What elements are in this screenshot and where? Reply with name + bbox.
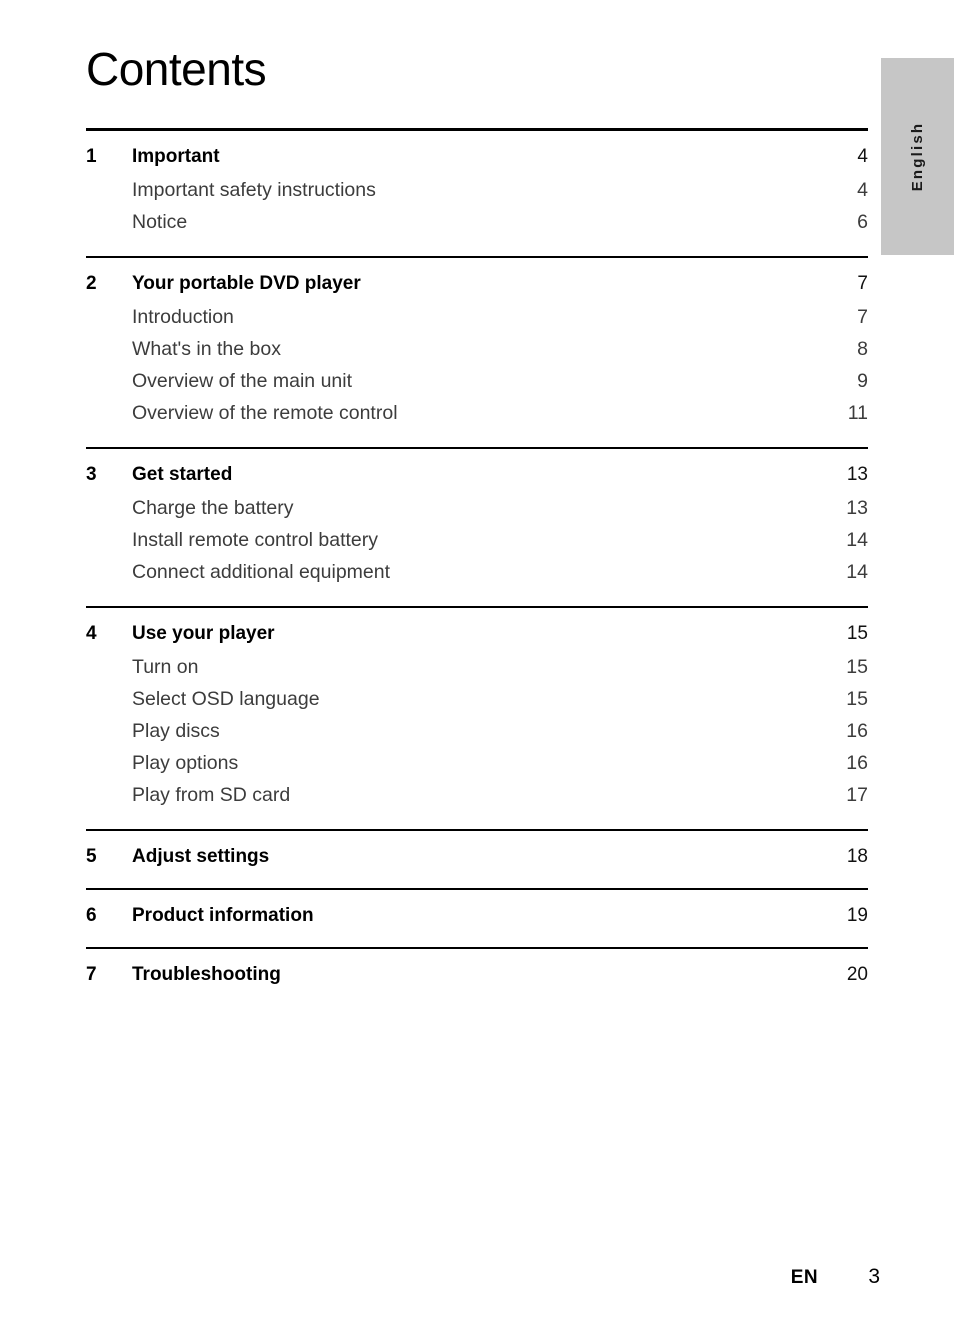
toc-section: 4 Use your player 15 Turn on 15 Select OSD la… — [86, 608, 868, 829]
toc-entry-page-number: 4 — [857, 179, 868, 201]
toc-section: 1 Important 4 Important safety instructions… — [86, 131, 868, 256]
toc-entry-page-number: 16 — [846, 720, 868, 742]
toc-section-page-number: 13 — [846, 464, 868, 485]
toc-entry[interactable]: Overview of the remote control 11 — [86, 397, 868, 429]
toc-section-heading[interactable]: 3 Get started 13 — [86, 458, 868, 492]
toc-entry-label: Play from SD card — [132, 784, 291, 806]
page-title: Contents — [86, 43, 267, 95]
toc-entry-label: Turn on — [132, 656, 199, 678]
toc-section: 6 Product information 19 — [86, 890, 868, 947]
toc-entry[interactable]: Connect additional equipment 14 — [86, 556, 868, 588]
toc-section-title: Get started — [132, 464, 233, 485]
toc-section-page-number: 19 — [846, 905, 868, 926]
toc-entry[interactable]: Play discs 16 — [86, 715, 868, 747]
toc-section-page-number: 7 — [857, 273, 868, 294]
toc-entry-label: Overview of the main unit — [132, 370, 353, 392]
toc-entry-label: Introduction — [132, 306, 234, 328]
toc-entry-label: Install remote control battery — [132, 529, 379, 551]
toc-entry-page-number: 14 — [846, 561, 868, 583]
toc-section-page-number: 18 — [846, 846, 868, 867]
toc-entry[interactable]: Important safety instructions 4 — [86, 174, 868, 206]
toc-section-heading[interactable]: 6 Product information 19 — [86, 899, 868, 933]
toc-entry-page-number: 11 — [847, 402, 868, 424]
toc-section-title: Use your player — [132, 623, 275, 644]
footer-page-number: 3 — [868, 1265, 880, 1288]
toc-section-heading[interactable]: 1 Important 4 — [86, 140, 868, 174]
toc-entry[interactable]: Install remote control battery 14 — [86, 524, 868, 556]
footer-language-code: EN — [790, 1267, 818, 1288]
toc-section-number: 4 — [86, 623, 97, 644]
toc-entry-label: Play discs — [132, 720, 220, 742]
toc-section-number: 2 — [86, 273, 97, 294]
toc-section-title: Important — [132, 146, 220, 167]
toc-section-title: Your portable DVD player — [132, 273, 361, 294]
toc-entry-label: Play options — [132, 752, 239, 774]
toc-section-heading[interactable]: 4 Use your player 15 — [86, 617, 868, 651]
toc-section-page-number: 4 — [857, 146, 868, 167]
language-tab-label: English — [909, 121, 926, 192]
toc-section-number: 7 — [86, 964, 97, 985]
toc-entry[interactable]: Charge the battery 13 — [86, 492, 868, 524]
toc-entry-page-number: 7 — [857, 306, 868, 328]
toc-section: 2 Your portable DVD player 7 Introduction 7 W… — [86, 258, 868, 447]
language-tab: English — [881, 58, 954, 255]
toc-entry-label: Charge the battery — [132, 497, 294, 519]
toc-section-heading[interactable]: 2 Your portable DVD player 7 — [86, 267, 868, 301]
toc-section: 3 Get started 13 Charge the battery 13 Instal… — [86, 449, 868, 606]
toc-entry-page-number: 15 — [846, 688, 868, 710]
toc-entry[interactable]: Play options 16 — [86, 747, 868, 779]
toc-section-number: 6 — [86, 905, 97, 926]
toc-section-number: 5 — [86, 846, 97, 867]
toc-entry[interactable]: Introduction 7 — [86, 301, 868, 333]
toc-entry-label: What's in the box — [132, 338, 281, 360]
toc-entry-label: Select OSD language — [132, 688, 320, 710]
toc-section-title: Product information — [132, 905, 314, 926]
toc-entry-page-number: 9 — [857, 370, 868, 392]
toc-entry[interactable]: Play from SD card 17 — [86, 779, 868, 811]
toc-entry[interactable]: Notice 6 — [86, 206, 868, 238]
toc-section-heading[interactable]: 5 Adjust settings 18 — [86, 840, 868, 874]
toc-section-page-number: 20 — [846, 964, 868, 985]
toc-entry-page-number: 17 — [846, 784, 868, 806]
toc-section-title: Adjust settings — [132, 846, 270, 867]
toc-entry-page-number: 14 — [846, 529, 868, 551]
toc-entry-page-number: 6 — [857, 211, 868, 233]
toc-entry[interactable]: Overview of the main unit 9 — [86, 365, 868, 397]
toc-entry-page-number: 8 — [857, 338, 868, 360]
toc-section-number: 1 — [86, 146, 97, 167]
toc-entry-page-number: 15 — [846, 656, 868, 678]
table-of-contents: 1 Important 4 Important safety instructions… — [86, 128, 868, 1006]
toc-entry-page-number: 16 — [846, 752, 868, 774]
toc-entry-label: Overview of the remote control — [132, 402, 398, 424]
toc-section: 5 Adjust settings 18 — [86, 831, 868, 888]
toc-entry[interactable]: Select OSD language 15 — [86, 683, 868, 715]
toc-entry[interactable]: What's in the box 8 — [86, 333, 868, 365]
toc-section-number: 3 — [86, 464, 97, 485]
toc-section-title: Troubleshooting — [132, 964, 281, 985]
toc-entry-label: Notice — [132, 211, 188, 233]
toc-entry[interactable]: Turn on 15 — [86, 651, 868, 683]
toc-section: 7 Troubleshooting 20 — [86, 949, 868, 1006]
page-footer: EN 3 — [0, 1265, 880, 1289]
toc-entry-label: Important safety instructions — [132, 179, 376, 201]
toc-entry-page-number: 13 — [846, 497, 868, 519]
toc-entry-label: Connect additional equipment — [132, 561, 391, 583]
toc-section-heading[interactable]: 7 Troubleshooting 20 — [86, 958, 868, 992]
toc-section-page-number: 15 — [846, 623, 868, 644]
